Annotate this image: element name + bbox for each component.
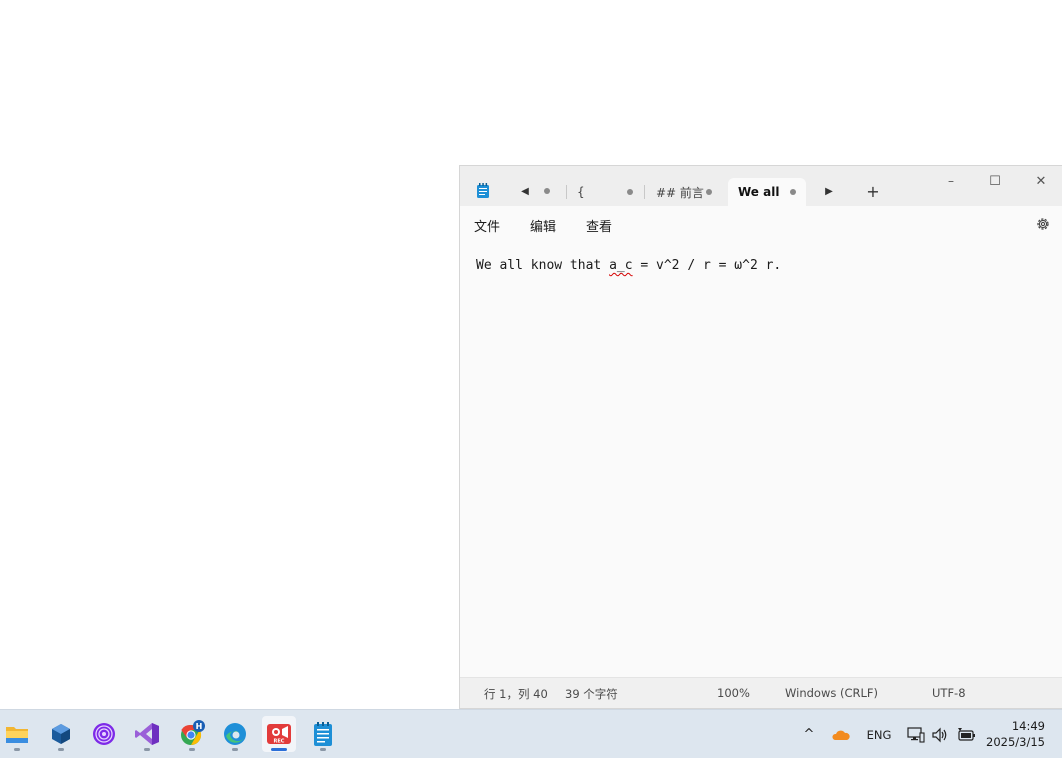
taskbar-virtualbox[interactable]	[44, 716, 78, 752]
battery-charging-icon	[958, 727, 975, 741]
character-count: 39 个字符	[565, 687, 618, 701]
file-explorer-icon	[6, 727, 28, 743]
taskbar-chrome[interactable]: H	[175, 716, 209, 752]
maximize-button[interactable]: ☐	[980, 170, 1010, 192]
misspelled-word[interactable]: a_c	[609, 258, 632, 273]
network-status[interactable]	[906, 710, 926, 759]
notepad-icon	[314, 722, 332, 746]
volume-control[interactable]	[930, 710, 950, 759]
tab-separator	[644, 185, 645, 199]
cursor-position[interactable]: 行 1，列 40	[484, 686, 548, 702]
clock-time: 14:49	[1011, 719, 1045, 733]
caret-right-icon: ▶	[825, 185, 833, 197]
menu-bar: 文件 编辑 查看	[460, 206, 1062, 244]
clock-date: 2025/3/15	[986, 735, 1045, 749]
menu-edit[interactable]: 编辑	[530, 216, 556, 235]
scroll-tabs-right-button[interactable]: ▶	[820, 182, 838, 200]
new-tab-button[interactable]: +	[864, 181, 882, 201]
running-indicator	[189, 748, 195, 751]
taskbar: H REC ^ ENG 14:49 2025/3/15	[0, 709, 1062, 758]
encoding[interactable]: UTF-8	[932, 686, 966, 700]
taskbar-clock[interactable]: 14:49 2025/3/15	[986, 718, 1045, 750]
taskbar-screen-recorder[interactable]: REC	[262, 716, 296, 752]
scroll-tabs-left-button[interactable]: ◀	[516, 182, 534, 200]
screen-recorder-icon: REC	[267, 724, 291, 745]
maximize-icon: ☐	[989, 173, 1001, 189]
text-editor[interactable]: We all know that a_c = v^2 / r = ω^2 r.	[460, 244, 1062, 678]
tray-cloud-app[interactable]	[830, 710, 852, 759]
taskbar-notepad[interactable]	[306, 716, 340, 752]
chrome-icon: H	[181, 720, 205, 746]
taskbar-visual-studio[interactable]	[130, 716, 164, 752]
running-indicator	[232, 748, 238, 751]
editor-text-segment: = v^2 / r = ω^2 r.	[632, 258, 782, 273]
edge-icon	[224, 723, 246, 745]
tab-title: {	[577, 185, 585, 199]
running-indicator	[58, 748, 64, 751]
plus-icon: +	[866, 181, 880, 201]
taskbar-edge[interactable]	[218, 716, 252, 752]
line-ending[interactable]: Windows (CRLF)	[785, 686, 878, 700]
tab-1[interactable]: {	[567, 178, 643, 206]
running-indicator	[144, 748, 150, 751]
zoom-level[interactable]: 100%	[717, 686, 750, 700]
rec-label: REC	[274, 739, 285, 745]
chrome-profile-badge: H	[196, 722, 203, 731]
title-bar[interactable]: ◀ { ## 前言 We all ▶ + – ☐ ✕	[460, 166, 1062, 206]
editor-content[interactable]: We all know that a_c = v^2 / r = ω^2 r.	[476, 258, 781, 273]
close-button[interactable]: ✕	[1026, 170, 1056, 192]
tab-2[interactable]: ## 前言	[646, 178, 722, 206]
speaker-icon	[932, 727, 947, 742]
close-icon: ✕	[1035, 173, 1047, 189]
editor-text-segment: We all know that	[476, 258, 610, 273]
show-hidden-icons-button[interactable]: ^	[800, 710, 818, 759]
notepad-window: ◀ { ## 前言 We all ▶ + – ☐ ✕ 文件 编辑 查看 We a…	[459, 165, 1062, 709]
notepad-app-icon	[477, 183, 489, 198]
unsaved-dot-icon	[790, 189, 796, 195]
input-language-button[interactable]: ENG	[864, 710, 894, 759]
running-indicator	[14, 748, 20, 751]
unsaved-dot-icon	[706, 189, 712, 195]
menu-file[interactable]: 文件	[474, 216, 500, 235]
taskbar-file-explorer[interactable]	[0, 716, 34, 752]
tab-dot-indicator	[538, 182, 556, 200]
caret-left-icon: ◀	[521, 185, 529, 197]
network-icon	[907, 726, 925, 743]
chevron-up-icon: ^	[803, 727, 815, 742]
menu-view[interactable]: 查看	[586, 216, 612, 235]
minimize-icon: –	[948, 174, 954, 188]
running-indicator	[271, 748, 287, 751]
battery-status[interactable]	[955, 710, 977, 759]
running-indicator	[320, 748, 326, 751]
tab-title: ## 前言	[656, 185, 704, 200]
minimize-button[interactable]: –	[936, 170, 966, 192]
tab-3-active[interactable]: We all	[728, 178, 806, 206]
status-bar: 行 1，列 40 39 个字符 100% Windows (CRLF) UTF-…	[460, 677, 1062, 708]
language-indicator: ENG	[866, 727, 892, 742]
settings-gear-icon[interactable]	[1035, 216, 1051, 232]
taskbar-tor-browser[interactable]	[87, 716, 121, 752]
unsaved-dot-icon	[627, 189, 633, 195]
cloud-icon	[832, 730, 850, 740]
tor-browser-icon	[93, 723, 115, 745]
tab-title: We all	[738, 185, 780, 199]
visual-studio-icon	[135, 723, 159, 745]
virtualbox-icon	[52, 724, 70, 744]
